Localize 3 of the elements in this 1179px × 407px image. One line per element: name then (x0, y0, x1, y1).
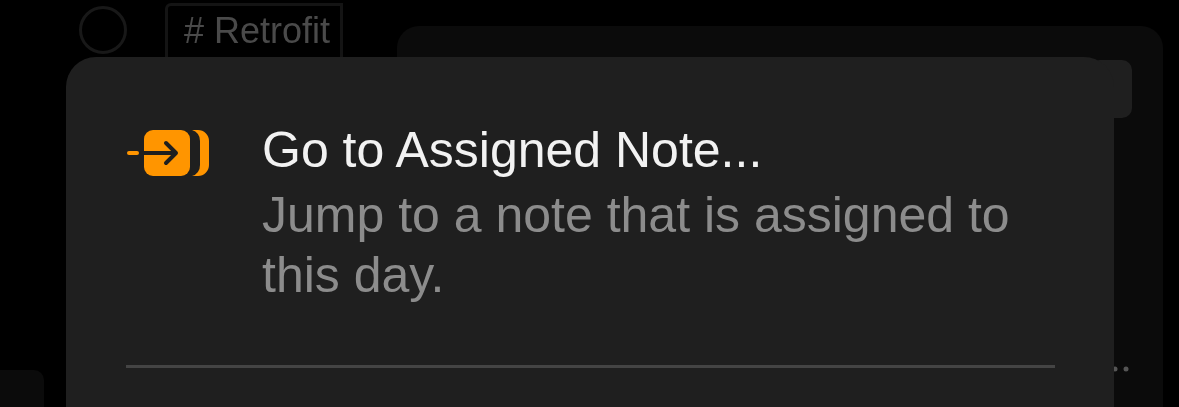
action-description: Jump to a note that is assigned to this day. (262, 186, 1011, 305)
action-title[interactable]: Go to Assigned Note... (262, 121, 1062, 179)
enter-arrow-icon (126, 129, 210, 177)
